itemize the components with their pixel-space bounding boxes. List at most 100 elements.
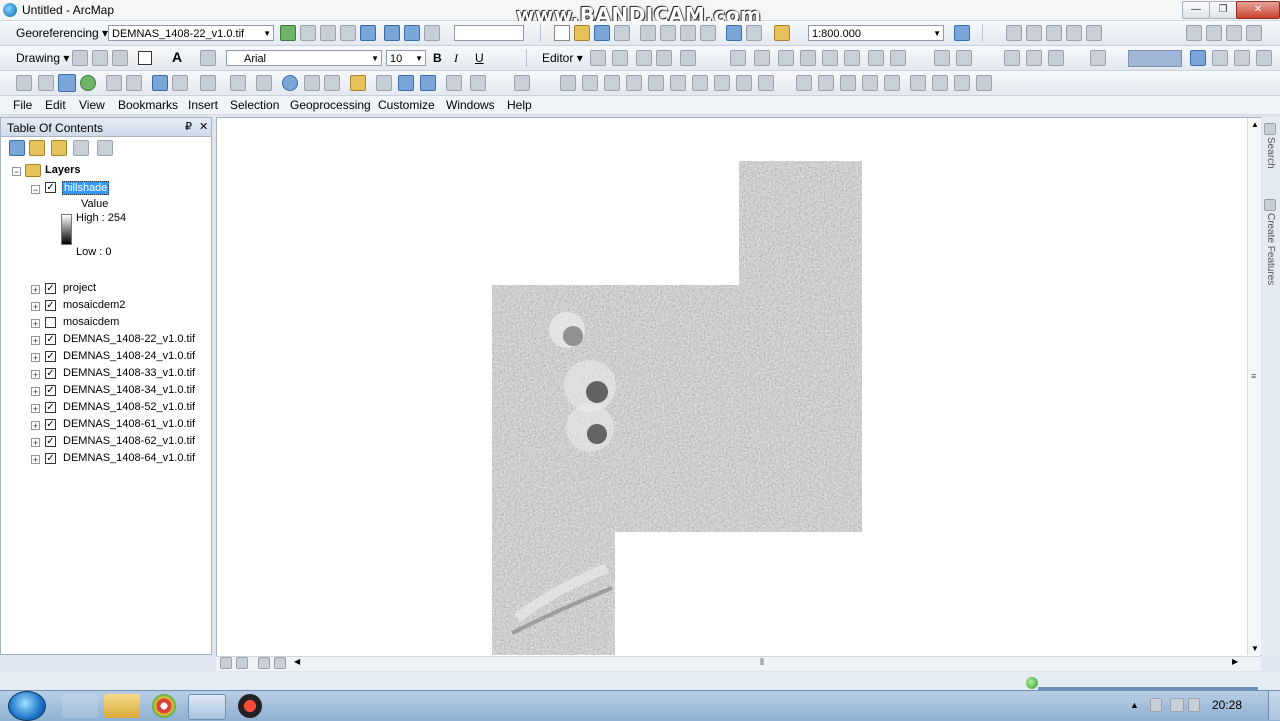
menu-windows[interactable]: Windows (446, 98, 495, 112)
zoom-to-elements-icon[interactable] (112, 50, 128, 66)
layer-name[interactable]: DEMNAS_1408-64_v1.0.tif (63, 452, 195, 464)
find-icon[interactable] (376, 75, 392, 91)
font-size-dropdown[interactable]: 10 ▼ (386, 50, 426, 66)
edit-tool-icon[interactable] (590, 50, 606, 66)
expand-layer-icon[interactable]: + (31, 387, 40, 397)
layers-collapse-icon[interactable]: − (12, 167, 21, 177)
toc-pin-icon[interactable]: ₽ (185, 120, 192, 133)
open-time-slider-icon[interactable] (446, 75, 462, 91)
expand-layer-icon[interactable]: + (31, 404, 40, 414)
toc-close-icon[interactable]: ✕ (199, 120, 208, 133)
edit-vertices-editor-icon[interactable] (730, 50, 746, 66)
rotate-element-icon[interactable] (92, 50, 108, 66)
add-control-points-icon[interactable] (280, 25, 296, 41)
layer-name[interactable]: DEMNAS_1408-61_v1.0.tif (63, 418, 195, 430)
paste-icon[interactable] (680, 25, 696, 41)
split-icon[interactable] (800, 50, 816, 66)
make-same-height-icon[interactable] (884, 75, 900, 91)
refresh-view-icon[interactable] (258, 657, 270, 669)
layer-visibility-checkbox[interactable]: ✓ (45, 283, 56, 294)
layer-row[interactable]: + ✓ DEMNAS_1408-24_v1.0.tif (1, 350, 211, 366)
menu-selection[interactable]: Selection (230, 98, 279, 112)
whats-this-icon[interactable] (1246, 25, 1262, 41)
go-back-icon[interactable] (152, 75, 168, 91)
hillshade-collapse-icon[interactable]: − (31, 185, 40, 195)
expand-layer-icon[interactable]: + (31, 302, 40, 312)
trace-icon[interactable] (680, 50, 696, 66)
align-top-icon[interactable] (714, 75, 730, 91)
layer-row[interactable]: + ✓ DEMNAS_1408-22_v1.0.tif (1, 333, 211, 349)
taskbar-bandicam-icon[interactable] (238, 694, 262, 718)
go-to-xy-icon[interactable] (420, 75, 436, 91)
rotate-value-input[interactable] (454, 25, 524, 41)
send-to-back-icon[interactable] (626, 75, 642, 91)
cut-polygons-icon[interactable] (778, 50, 794, 66)
list-by-source-icon[interactable] (29, 140, 45, 156)
print-icon[interactable] (614, 25, 630, 41)
layer-visibility-checkbox[interactable] (45, 317, 56, 328)
arctoolbox-icon[interactable] (1066, 25, 1082, 41)
print-preview-icon[interactable] (1212, 50, 1228, 66)
distribute-horizontally-icon[interactable] (796, 75, 812, 91)
swipe-icon[interactable] (1026, 50, 1042, 66)
layer-row[interactable]: + ✓ DEMNAS_1408-52_v1.0.tif (1, 401, 211, 417)
open-folder-icon[interactable] (574, 25, 590, 41)
taskbar-chrome-icon[interactable] (152, 694, 176, 718)
layer-row[interactable]: + ✓ DEMNAS_1408-64_v1.0.tif (1, 452, 211, 468)
expand-layer-icon[interactable]: + (31, 319, 40, 329)
scroll-up-icon[interactable]: ▲ (1251, 120, 1259, 129)
layer-visibility-checkbox[interactable]: ✓ (45, 334, 56, 345)
expand-layer-icon[interactable]: + (31, 455, 40, 465)
map-view[interactable] (216, 117, 1261, 657)
effects-layer-dropdown[interactable] (1128, 50, 1182, 67)
select-link-icon[interactable] (300, 25, 316, 41)
menu-view[interactable]: View (79, 98, 105, 112)
tray-network-icon[interactable] (1150, 698, 1162, 712)
tray-flag-icon[interactable] (1188, 698, 1200, 712)
topology-icon[interactable] (956, 50, 972, 66)
align-bottom-icon[interactable] (758, 75, 774, 91)
menu-edit[interactable]: Edit (45, 98, 66, 112)
rotate-left-icon[interactable] (910, 75, 926, 91)
italic-button[interactable]: I (454, 51, 458, 66)
delete-icon[interactable] (700, 25, 716, 41)
flip-horizontal-icon[interactable] (954, 75, 970, 91)
start-button-icon[interactable] (8, 691, 46, 721)
tray-volume-icon[interactable] (1170, 698, 1184, 712)
map-vertical-scrollbar[interactable]: ▲ ≡ ▼ (1247, 118, 1261, 655)
layer-row[interactable]: + ✓ DEMNAS_1408-33_v1.0.tif (1, 367, 211, 383)
menu-file[interactable]: File (13, 98, 32, 112)
sketch-properties-icon[interactable] (868, 50, 884, 66)
toggle-draft-mode-icon[interactable] (1256, 50, 1272, 66)
new-document-icon[interactable] (554, 25, 570, 41)
map-scale-dropdown[interactable]: 1:800.000 ▼ (808, 25, 944, 41)
go-forward-icon[interactable] (172, 75, 188, 91)
table-of-contents-window-icon[interactable] (1006, 25, 1022, 41)
python-window-icon[interactable] (1086, 25, 1102, 41)
georef-layer-dropdown[interactable]: DEMNAS_1408-22_v1.0.tif ▼ (108, 25, 274, 41)
taskbar-explorer-icon[interactable] (104, 694, 140, 718)
maximize-button[interactable]: ❐ (1209, 1, 1237, 19)
redo-icon[interactable] (746, 25, 762, 41)
layer-row[interactable]: + ✓ DEMNAS_1408-34_v1.0.tif (1, 384, 211, 400)
create-features-side-tab[interactable]: Create Features (1265, 213, 1276, 285)
clear-selection-icon[interactable] (230, 75, 246, 91)
list-by-visibility-icon[interactable] (51, 140, 67, 156)
taskbar-settings-icon[interactable] (62, 694, 98, 718)
expand-layer-icon[interactable]: + (31, 353, 40, 363)
catalog-window-icon[interactable] (1026, 25, 1042, 41)
hyperlink-icon[interactable] (304, 75, 320, 91)
data-frame-layers[interactable]: Layers (45, 164, 80, 176)
search-side-tab[interactable]: Search (1265, 137, 1276, 169)
pan-icon[interactable] (58, 74, 76, 92)
spatial-adjust-icon[interactable] (934, 50, 950, 66)
layer-name[interactable]: DEMNAS_1408-34_v1.0.tif (63, 384, 195, 396)
fixed-zoom-in-icon[interactable] (106, 75, 122, 91)
help-window-icon[interactable] (1226, 25, 1242, 41)
select-elements-arrow-icon[interactable] (256, 75, 272, 91)
expand-layer-icon[interactable]: + (31, 438, 40, 448)
list-by-drawing-order-icon[interactable] (9, 140, 25, 156)
bold-button[interactable]: B (433, 51, 442, 65)
layer-visibility-checkbox[interactable]: ✓ (45, 300, 56, 311)
flip-vertical-icon[interactable] (976, 75, 992, 91)
